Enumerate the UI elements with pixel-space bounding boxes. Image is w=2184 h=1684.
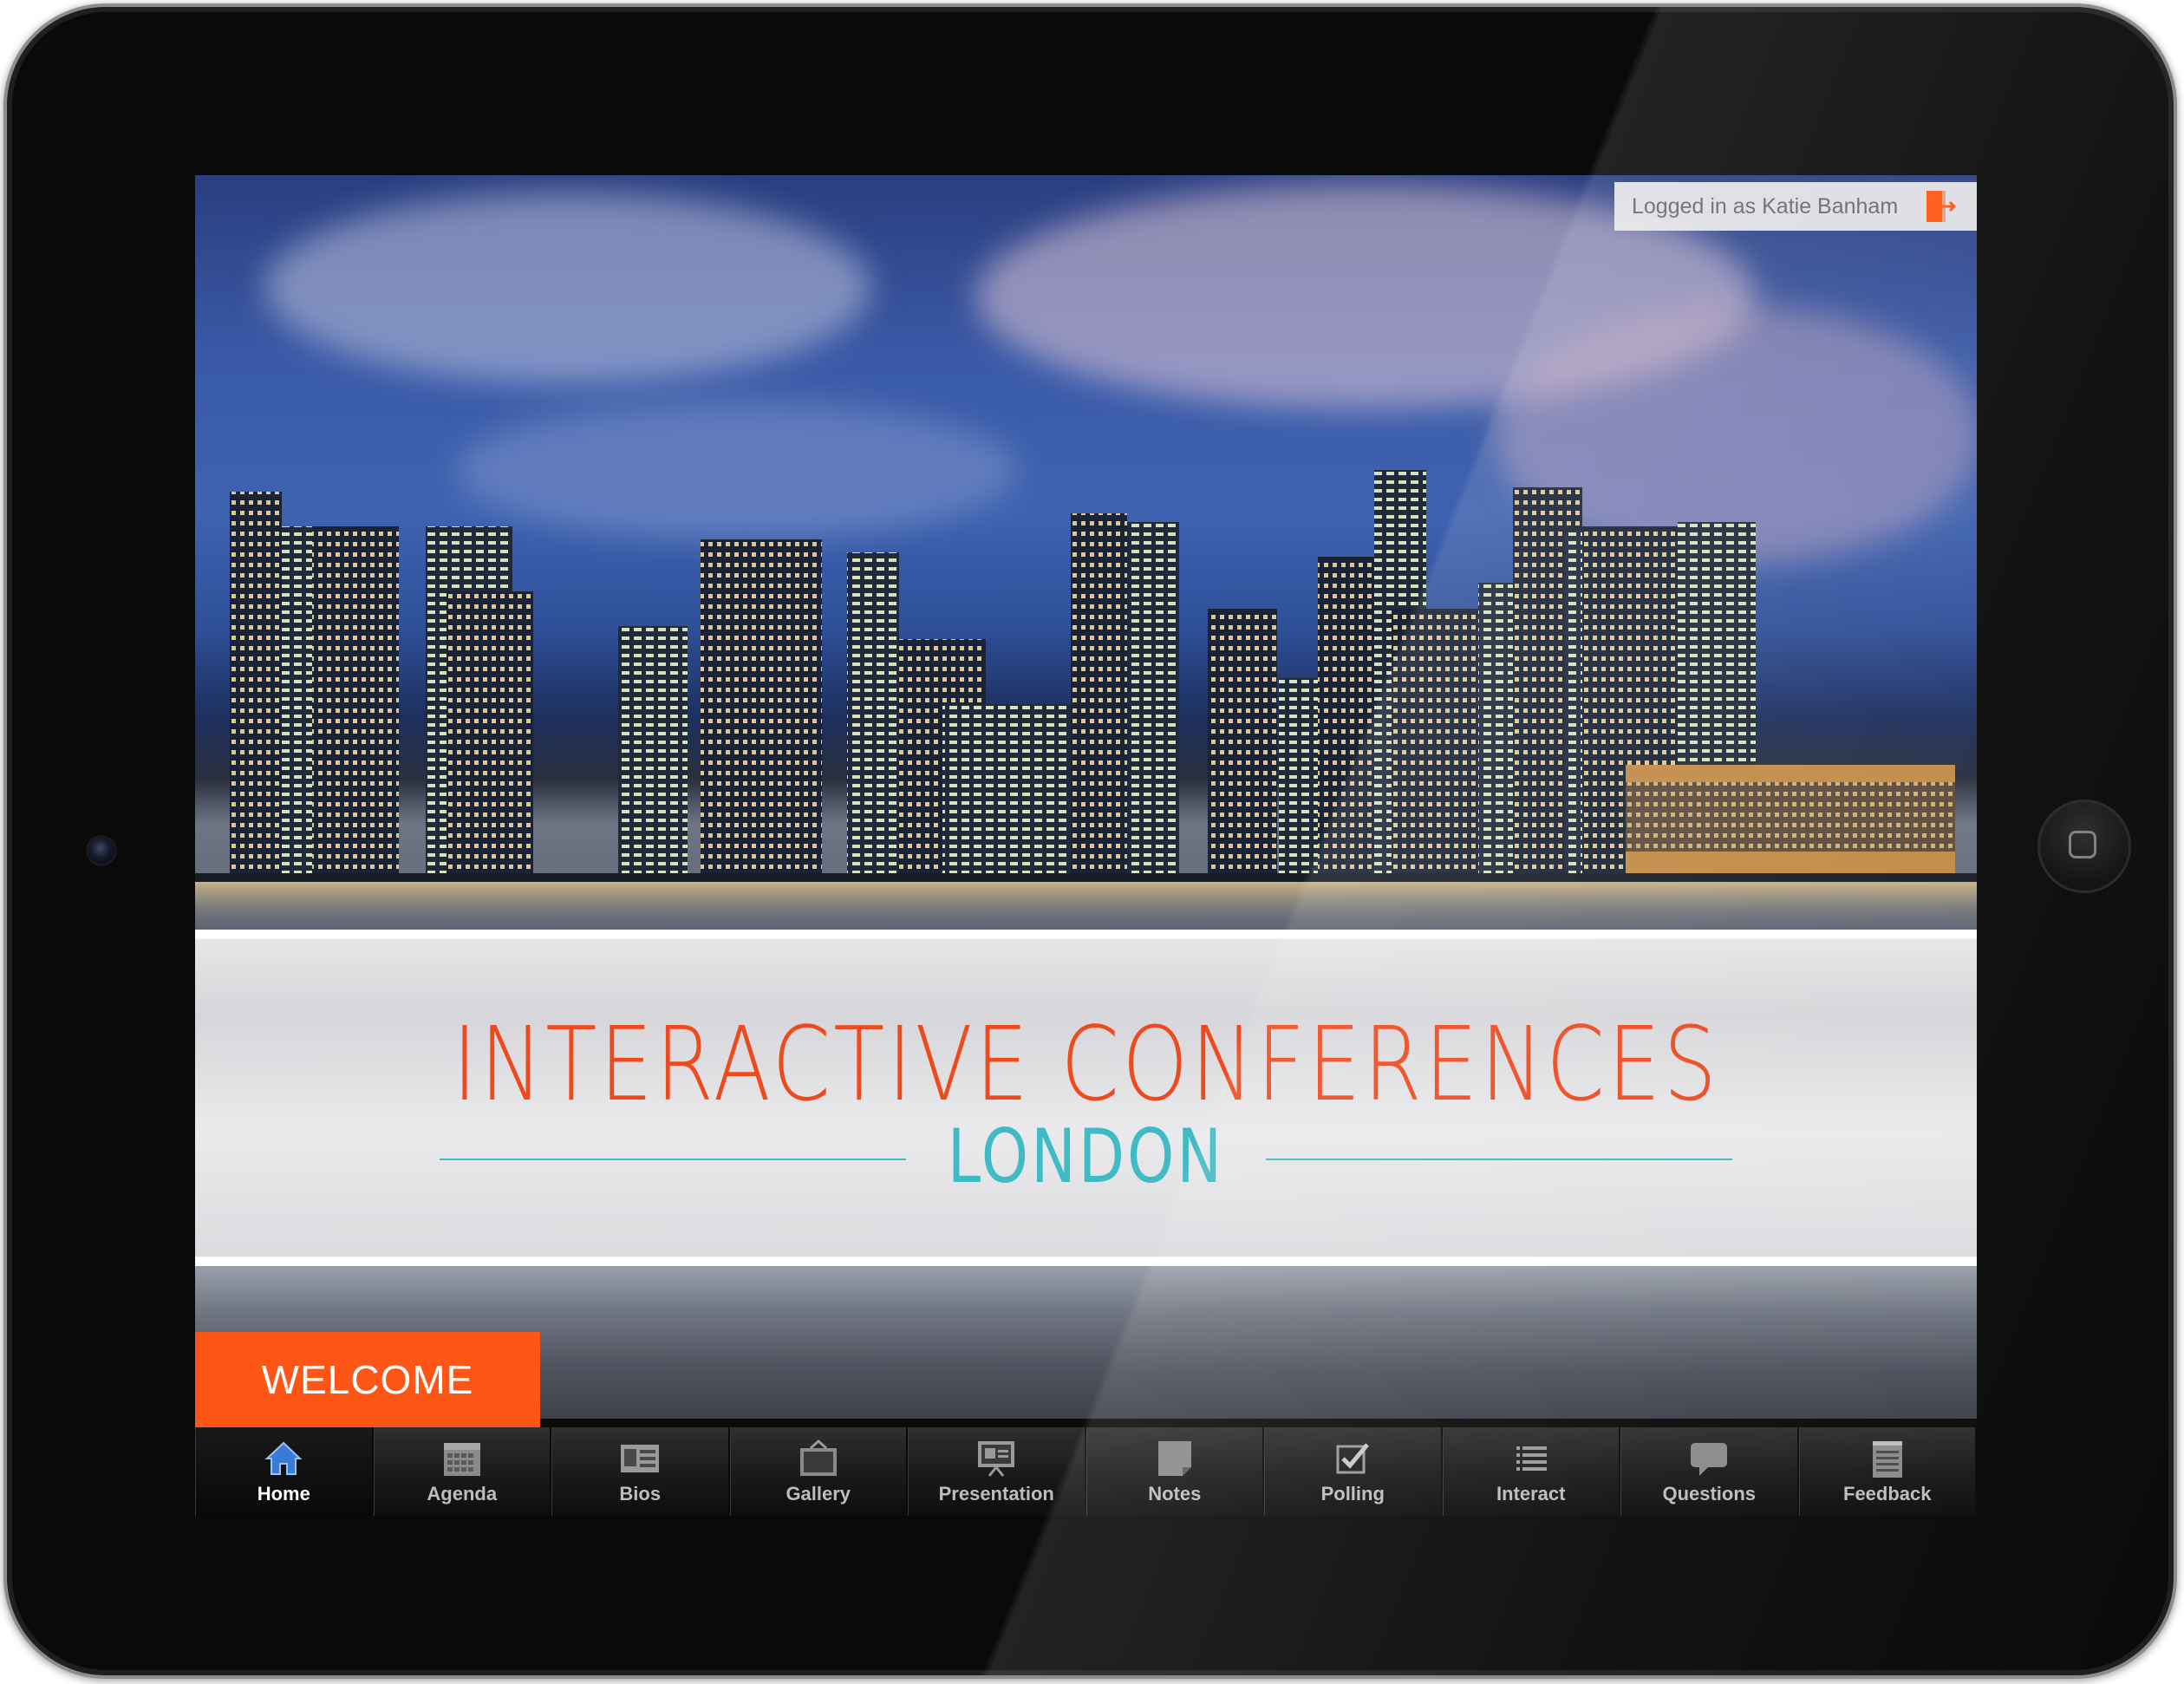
id-card-icon (620, 1439, 660, 1478)
front-camera (88, 838, 114, 864)
tab-feedback-label: Feedback (1843, 1483, 1932, 1505)
tab-gallery-label: Gallery (786, 1483, 851, 1505)
skyline-illustration (195, 470, 1977, 930)
checkbox-icon (1333, 1439, 1372, 1478)
login-status-text: Logged in as Katie Banham (1632, 193, 1899, 219)
welcome-button[interactable]: WELCOME (195, 1332, 540, 1427)
tab-questions-label: Questions (1662, 1483, 1757, 1505)
bottom-tab-bar: Home Agenda Bios Gallery Presentation No… (195, 1427, 1977, 1516)
conference-location: LONDON (947, 1113, 1225, 1200)
tab-questions[interactable]: Questions (1620, 1427, 1799, 1516)
notes-icon (1155, 1439, 1195, 1478)
logout-icon[interactable] (1923, 187, 1958, 225)
tab-notes-label: Notes (1148, 1483, 1202, 1505)
tab-agenda-label: Agenda (427, 1483, 498, 1505)
app-screen: Logged in as Katie Banham INTERACTIVE CO… (195, 175, 1977, 1516)
tablet-frame: Logged in as Katie Banham INTERACTIVE CO… (3, 3, 2177, 1679)
home-icon (264, 1439, 303, 1478)
tab-interact-label: Interact (1496, 1483, 1566, 1505)
tab-polling[interactable]: Polling (1264, 1427, 1443, 1516)
tab-polling-label: Polling (1320, 1483, 1385, 1505)
tab-interact[interactable]: Interact (1442, 1427, 1620, 1516)
list-icon (1511, 1439, 1551, 1478)
conference-banner: INTERACTIVE CONFERENCES LONDON (195, 930, 1977, 1266)
conference-title: INTERACTIVE CONFERENCES (452, 1004, 1720, 1124)
tab-home-label: Home (257, 1483, 310, 1505)
calendar-icon (442, 1439, 482, 1478)
home-square-icon (2069, 831, 2096, 858)
notepad-icon (1868, 1439, 1907, 1478)
tab-home[interactable]: Home (195, 1427, 374, 1516)
tab-notes[interactable]: Notes (1085, 1427, 1264, 1516)
hardware-home-button[interactable] (2037, 800, 2131, 893)
subtitle-divider-right (1266, 1159, 1732, 1160)
tab-presentation[interactable]: Presentation (908, 1427, 1086, 1516)
tab-agenda[interactable]: Agenda (373, 1427, 551, 1516)
tab-bios[interactable]: Bios (551, 1427, 730, 1516)
city-skyline-image: Logged in as Katie Banham (195, 175, 1977, 930)
tab-gallery[interactable]: Gallery (729, 1427, 908, 1516)
tab-presentation-label: Presentation (938, 1483, 1054, 1505)
tab-bios-label: Bios (619, 1483, 662, 1505)
subtitle-row: LONDON (440, 1113, 1732, 1200)
presentation-icon (976, 1439, 1016, 1478)
speech-bubble-icon (1689, 1439, 1729, 1478)
gallery-icon (799, 1439, 838, 1478)
tab-feedback[interactable]: Feedback (1798, 1427, 1977, 1516)
login-status-bar: Logged in as Katie Banham (1614, 182, 1977, 231)
